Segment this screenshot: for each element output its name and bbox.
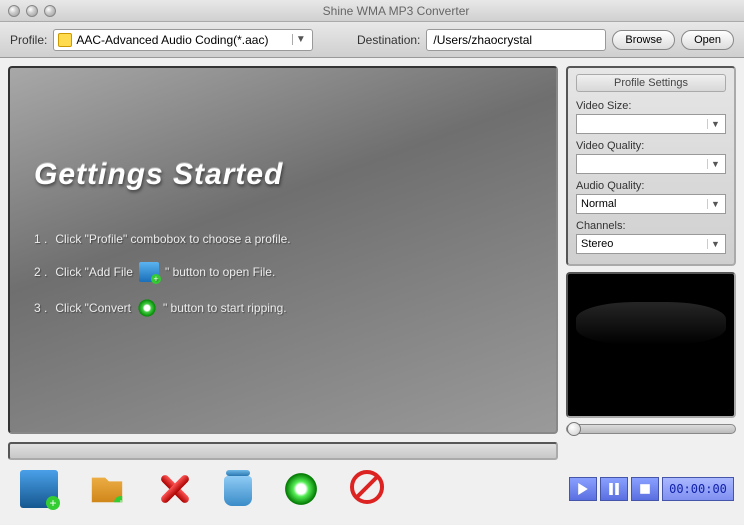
slider-thumb[interactable]	[567, 422, 581, 436]
zoom-icon[interactable]	[44, 5, 56, 17]
minimize-icon[interactable]	[26, 5, 38, 17]
video-quality-select[interactable]: ▼	[576, 154, 726, 174]
channels-select[interactable]: Stereo▼	[576, 234, 726, 254]
chevron-down-icon: ▼	[707, 159, 723, 169]
stop-playback-button[interactable]	[631, 477, 659, 501]
window-title: Shine WMA MP3 Converter	[56, 4, 736, 18]
time-display: 00:00:00	[662, 477, 734, 501]
getting-started-panel: Gettings Started 1 . Click "Profile" com…	[8, 66, 558, 434]
convert-icon	[137, 298, 157, 318]
chevron-down-icon: ▼	[707, 239, 723, 249]
channels-label: Channels:	[576, 220, 726, 232]
audio-quality-label: Audio Quality:	[576, 180, 726, 192]
profile-value: AAC-Advanced Audio Coding(*.aac)	[76, 33, 292, 47]
chevron-down-icon: ▼	[707, 119, 723, 129]
clear-button[interactable]	[224, 476, 252, 506]
guide-step-2: 2 . Click "Add File " button to open Fil…	[34, 262, 532, 282]
pause-button[interactable]	[600, 477, 628, 501]
chevron-down-icon: ▼	[707, 199, 723, 209]
video-size-select[interactable]: ▼	[576, 114, 726, 134]
chevron-down-icon: ▼	[292, 34, 308, 45]
remove-button[interactable]	[156, 470, 194, 508]
profile-settings-panel: Profile Settings Video Size: ▼ Video Qua…	[566, 66, 736, 266]
add-folder-button[interactable]	[88, 470, 126, 508]
guide-step-1: 1 . Click "Profile" combobox to choose a…	[34, 232, 532, 246]
destination-input[interactable]: /Users/zhaocrystal	[426, 29, 606, 51]
preview-screen	[566, 272, 736, 418]
close-icon[interactable]	[8, 5, 20, 17]
stop-button[interactable]	[350, 470, 384, 504]
profile-label: Profile:	[10, 33, 47, 47]
guide-step-3: 3 . Click "Convert " button to start rip…	[34, 298, 532, 318]
add-file-icon	[139, 262, 159, 282]
play-button[interactable]	[569, 477, 597, 501]
guide-heading: Gettings Started	[34, 158, 532, 192]
browse-button[interactable]: Browse	[612, 30, 675, 50]
destination-value: /Users/zhaocrystal	[433, 33, 532, 47]
audio-quality-select[interactable]: Normal▼	[576, 194, 726, 214]
profile-select[interactable]: AAC-Advanced Audio Coding(*.aac) ▼	[53, 29, 313, 51]
video-size-label: Video Size:	[576, 100, 726, 112]
add-file-button[interactable]	[20, 470, 58, 508]
settings-title: Profile Settings	[576, 74, 726, 92]
music-note-icon	[58, 33, 72, 47]
open-button[interactable]: Open	[681, 30, 734, 50]
seek-slider[interactable]	[566, 424, 736, 434]
status-bar	[8, 442, 558, 460]
video-quality-label: Video Quality:	[576, 140, 726, 152]
destination-label: Destination:	[357, 33, 420, 47]
convert-button[interactable]	[282, 470, 320, 508]
